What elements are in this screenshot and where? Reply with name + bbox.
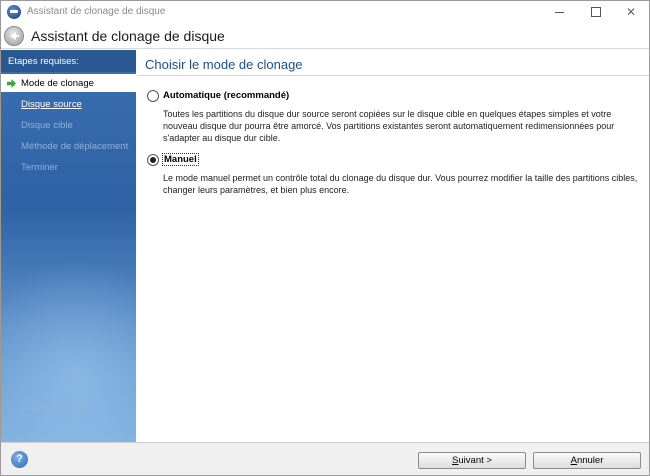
main-panel: Choisir le mode de clonage Automatique (… bbox=[137, 50, 649, 442]
divider bbox=[137, 75, 649, 76]
radio-automatique[interactable] bbox=[147, 90, 159, 102]
sidebar-item-mode-de-clonage[interactable]: Mode de clonage bbox=[1, 74, 136, 92]
wizard-window: Assistant de clonage de disque ✕ Assista… bbox=[0, 0, 650, 476]
option-description-automatique: Toutes les partitions du disque dur sour… bbox=[163, 109, 615, 143]
next-label: uivant > bbox=[458, 455, 492, 466]
close-button[interactable]: ✕ bbox=[613, 1, 649, 23]
app-icon bbox=[7, 5, 21, 19]
sidebar-item-label: Disque source bbox=[21, 99, 82, 110]
maximize-button[interactable] bbox=[577, 1, 613, 23]
title-bar: Assistant de clonage de disque ✕ bbox=[1, 1, 649, 23]
steps-sidebar: Etapes requises: Mode de clonage Disque … bbox=[1, 50, 136, 442]
current-step-arrow-icon bbox=[7, 79, 16, 88]
wizard-header: Assistant de clonage de disque bbox=[1, 23, 649, 49]
sidebar-item-label: Mode de clonage bbox=[21, 78, 94, 89]
optional-steps-label: Étapes facultatives bbox=[21, 402, 93, 412]
sidebar-item-label: Disque cible bbox=[21, 120, 73, 131]
next-button[interactable]: Suivant > bbox=[418, 452, 526, 469]
wizard-footer: ? Suivant > Annuler bbox=[1, 442, 649, 475]
sidebar-item-methode-deplacement: Méthode de déplacement bbox=[1, 137, 136, 155]
sidebar-item-label: Méthode de déplacement bbox=[21, 141, 129, 152]
minimize-button[interactable] bbox=[541, 1, 577, 23]
page-title: Assistant de clonage de disque bbox=[31, 28, 225, 44]
sidebar-item-label: Terminer bbox=[21, 162, 58, 173]
option-description-manuel: Le mode manuel permet un contrôle total … bbox=[163, 173, 638, 195]
cancel-button[interactable]: Annuler bbox=[533, 452, 641, 469]
sidebar-item-disque-source[interactable]: Disque source bbox=[1, 95, 136, 113]
help-icon[interactable]: ? bbox=[11, 451, 28, 468]
option-label-manuel[interactable]: Manuel bbox=[162, 153, 199, 166]
cancel-label: nnuler bbox=[576, 455, 604, 466]
sidebar-heading: Etapes requises: bbox=[1, 50, 136, 72]
radio-manuel[interactable] bbox=[147, 154, 159, 166]
close-icon: ✕ bbox=[625, 5, 637, 19]
option-label-automatique[interactable]: Automatique (recommandé) bbox=[163, 90, 289, 101]
sidebar-item-terminer: Terminer bbox=[1, 158, 136, 176]
window-title: Assistant de clonage de disque bbox=[27, 6, 166, 17]
back-arrow-icon[interactable] bbox=[4, 26, 24, 46]
sidebar-item-disque-cible: Disque cible bbox=[1, 116, 136, 134]
section-heading: Choisir le mode de clonage bbox=[145, 57, 303, 72]
